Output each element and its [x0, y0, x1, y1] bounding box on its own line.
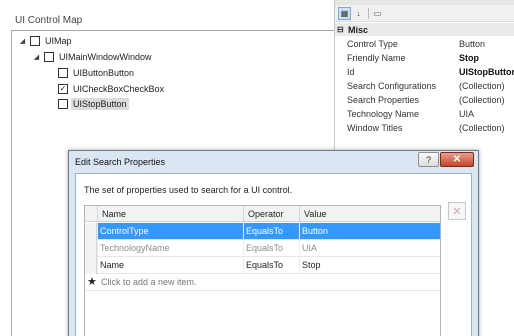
dialog-title: Edit Search Properties: [75, 157, 166, 167]
dialog-titlebar[interactable]: Edit Search Properties ? ✕: [69, 151, 478, 172]
tree-item-label: UICheckBoxCheckBox: [73, 84, 165, 94]
property-value: UIStopButton: [459, 67, 514, 77]
button-control-icon: [58, 68, 68, 78]
table-row[interactable]: TechnologyName EqualsTo UIA: [85, 240, 440, 257]
property-row[interactable]: Search Properties (Collection): [335, 93, 514, 107]
tree-item-main-window[interactable]: ◢ UIMainWindowWindow: [32, 50, 154, 64]
panel-title: UI Control Map: [15, 15, 83, 26]
grid-header: Name Operator Value: [85, 206, 440, 222]
dialog-description: The set of properties used to search for…: [84, 185, 293, 195]
property-value: UIA: [459, 109, 475, 119]
checkbox-control-icon: ✓: [58, 84, 68, 94]
property-value: (Collection): [459, 95, 505, 105]
tree-item-button[interactable]: UIButtonButton: [58, 66, 136, 80]
tree-item-checkbox[interactable]: ✓ UICheckBoxCheckBox: [58, 82, 166, 96]
cell-operator[interactable]: EqualsTo: [243, 257, 299, 273]
tree-item-label: UIStopButton: [71, 98, 129, 110]
cell-operator[interactable]: EqualsTo: [243, 223, 299, 239]
tree-item-uimap[interactable]: ◢ UIMap: [18, 34, 74, 48]
categorized-view-icon[interactable]: ▦: [338, 7, 351, 20]
new-row-placeholder: Click to add a new item.: [101, 277, 197, 287]
property-value: (Collection): [459, 81, 505, 91]
cell-name[interactable]: TechnologyName: [97, 240, 243, 256]
property-row[interactable]: Id UIStopButton: [335, 65, 514, 79]
toolbar-separator: [368, 8, 369, 19]
alphabetical-sort-icon[interactable]: ↓: [352, 7, 365, 20]
new-item-row[interactable]: ★ Click to add a new item.: [85, 274, 440, 291]
property-name: Technology Name: [347, 109, 420, 119]
property-name: Window Titles: [347, 123, 403, 133]
cell-name[interactable]: ControlType: [97, 223, 243, 239]
property-row[interactable]: Technology Name UIA: [335, 107, 514, 121]
property-name: Search Properties: [347, 95, 420, 105]
category-label: Misc: [348, 24, 369, 35]
property-name: Control Type: [347, 39, 398, 49]
table-row[interactable]: ControlType EqualsTo Button: [85, 223, 440, 240]
tree-item-label: UIMap: [45, 36, 72, 46]
property-row[interactable]: Window Titles (Collection): [335, 121, 514, 135]
cell-name[interactable]: Name: [97, 257, 243, 273]
tree-item-label: UIButtonButton: [73, 68, 135, 78]
close-button[interactable]: ✕: [440, 152, 474, 167]
column-header-operator[interactable]: Operator: [243, 206, 299, 222]
cell-value[interactable]: UIA: [299, 240, 440, 256]
row-header[interactable]: [85, 240, 97, 257]
property-row[interactable]: Control Type Button: [335, 37, 514, 51]
tree-item-label: UIMainWindowWindow: [59, 52, 152, 62]
edit-search-properties-dialog: Edit Search Properties ? ✕ The set of pr…: [68, 150, 479, 336]
expand-arrow-icon[interactable]: ◢: [32, 53, 41, 62]
window-icon: [44, 52, 54, 62]
row-header[interactable]: [85, 223, 97, 240]
property-pages-icon[interactable]: ▭: [371, 7, 384, 20]
property-row[interactable]: Friendly Name Stop: [335, 51, 514, 65]
delete-item-button[interactable]: ✕: [448, 202, 466, 220]
properties-toolbar: ▦ ↓ ▭: [335, 5, 514, 22]
cell-operator[interactable]: EqualsTo: [243, 240, 299, 256]
row-header[interactable]: [85, 257, 97, 274]
collapse-icon[interactable]: ⊟: [337, 25, 346, 34]
category-misc[interactable]: ⊟ Misc: [335, 23, 514, 36]
column-header-name[interactable]: Name: [97, 206, 243, 222]
property-row[interactable]: Search Configurations (Collection): [335, 79, 514, 93]
table-row[interactable]: Name EqualsTo Stop: [85, 257, 440, 274]
property-name: Search Configurations: [347, 81, 437, 91]
cell-value[interactable]: Stop: [299, 257, 440, 273]
property-name: Friendly Name: [347, 53, 406, 63]
new-row-star-icon: ★: [87, 276, 97, 288]
property-value: Button: [459, 39, 486, 49]
button-control-icon: [58, 99, 68, 109]
column-header-value[interactable]: Value: [299, 206, 440, 222]
property-value: Stop: [459, 53, 479, 63]
uimap-icon: [30, 36, 40, 46]
property-value: (Collection): [459, 123, 505, 133]
search-properties-grid: Name Operator Value ControlType EqualsTo…: [84, 205, 441, 336]
dialog-body: The set of properties used to search for…: [75, 173, 472, 336]
tree-item-stop-button[interactable]: UIStopButton: [58, 97, 129, 111]
property-name: Id: [347, 67, 355, 77]
cell-value[interactable]: Button: [299, 223, 440, 239]
help-button[interactable]: ?: [418, 152, 439, 167]
expand-arrow-icon[interactable]: ◢: [18, 37, 27, 46]
